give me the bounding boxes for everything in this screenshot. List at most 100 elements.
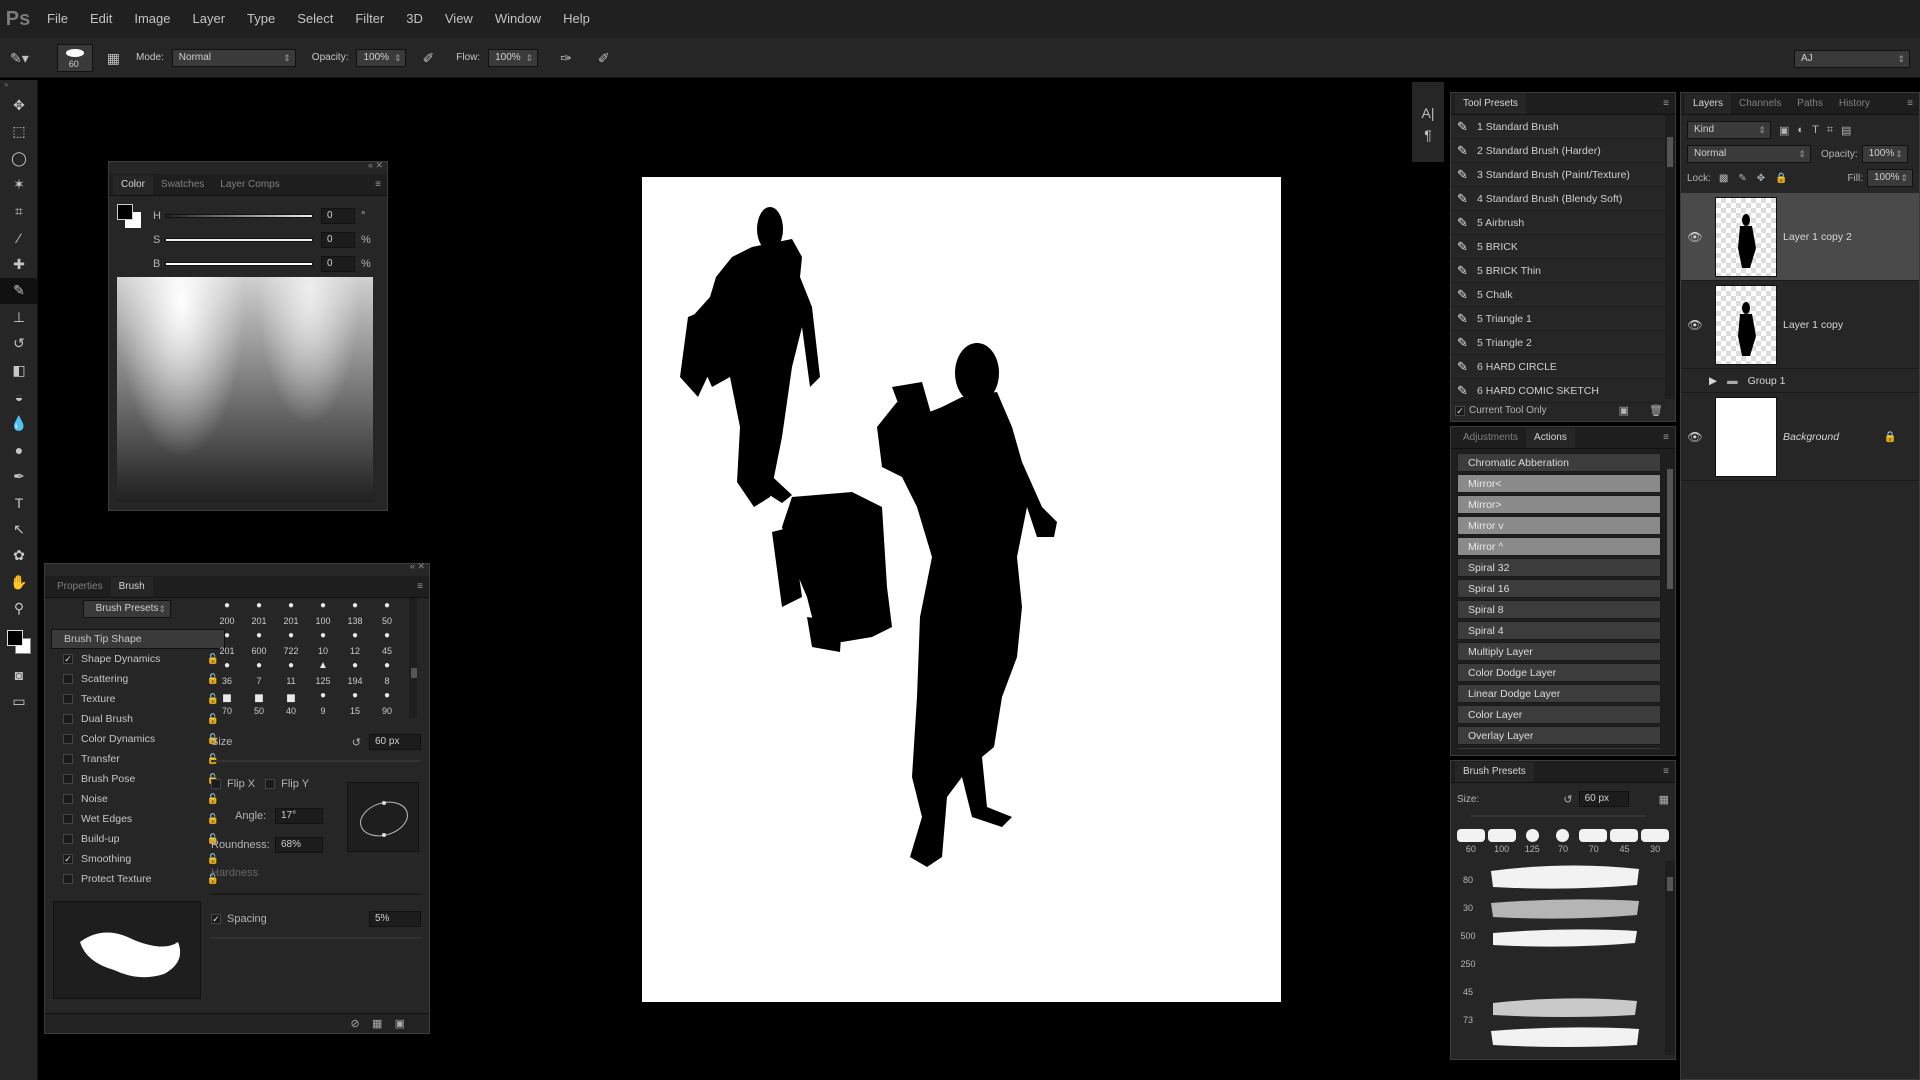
tool-preset-item[interactable]: ✎ 5 BRICK Thin [1451,259,1667,283]
healing-tool-icon[interactable]: ✚ [0,251,38,278]
filter-adjust-icon[interactable]: ◐ [1797,124,1804,136]
panel-menu-icon[interactable]: ≡ [375,175,387,195]
marquee-tool-icon[interactable]: ⬚ [0,119,38,146]
brush-preset-tip[interactable] [1556,829,1569,842]
brush-tip[interactable]: ● 194 [339,660,371,686]
color-swatches[interactable] [0,622,37,662]
hand-tool-icon[interactable]: ✋ [0,569,38,596]
eyedropper-tool-icon[interactable]: ⁄ [0,225,38,252]
size-slider[interactable] [211,760,421,762]
layer-row[interactable]: ▶ ▬ Group 1 [1681,369,1919,393]
filter-shape-icon[interactable]: ⌗ [1827,124,1833,137]
action-color-dodge-layer[interactable]: Color Dodge Layer [1457,663,1661,682]
tab-brush-presets[interactable]: Brush Presets [1455,762,1534,782]
pen-tool-icon[interactable]: ✒ [0,463,38,490]
action-mirror[interactable]: Mirror< [1457,474,1661,493]
brush-tip[interactable]: ● 201 [243,600,275,626]
menu-3d[interactable]: 3D [395,0,434,38]
brush-option-smoothing[interactable]: ✓ Smoothing 🔓 [51,849,225,869]
lasso-tool-icon[interactable]: ◯ [0,145,38,172]
paragraph-panel-icon[interactable]: ¶ [1412,128,1444,142]
brush-tip[interactable]: ● 138 [339,600,371,626]
saturation-slider[interactable] [165,238,313,242]
action-mirror[interactable]: Mirror ^ [1457,537,1661,556]
brush-option-build-up[interactable]: Build-up 🔓 [51,829,225,849]
lock-transparent-icon[interactable]: ▩ [1719,173,1728,184]
brightness-slider[interactable] [165,262,313,266]
brush-option-protect-texture[interactable]: Protect Texture 🔓 [51,869,225,889]
move-tool-icon[interactable]: ✥ [0,92,38,119]
spacing-checkbox[interactable]: ✓ [211,914,221,924]
spacing-slider[interactable] [211,937,421,939]
brush-preset-tip[interactable] [1526,829,1539,842]
brush-option-checkbox[interactable] [63,874,73,884]
action-spiral-4[interactable]: Spiral 4 [1457,621,1661,640]
menu-filter[interactable]: Filter [344,0,395,38]
brush-preset-tip[interactable] [1488,829,1516,842]
tool-preset-item[interactable]: ✎ 5 Chalk [1451,283,1667,307]
action-overlay-layer[interactable]: Overlay Layer [1457,726,1661,745]
menu-help[interactable]: Help [552,0,601,38]
brush-size-picker[interactable]: 60 [56,43,93,72]
flipx-checkbox[interactable] [211,779,221,789]
tool-preset-item[interactable]: ✎ 3 Standard Brush (Paint/Texture) [1451,163,1667,187]
crop-tool-icon[interactable]: ⌗ [0,198,38,225]
blur-tool-icon[interactable]: 💧 [0,410,38,437]
dodge-tool-icon[interactable]: ● [0,437,38,464]
paint-bucket-icon[interactable]: ◒ [0,384,38,411]
bp-reset-icon[interactable]: ↺ [1563,793,1572,806]
brush-tip[interactable]: ● 90 [371,690,403,716]
action-spiral-16[interactable]: Spiral 16 [1457,579,1661,598]
panel-menu-icon[interactable]: ≡ [1907,94,1919,114]
hue-slider[interactable] [165,214,313,218]
brush-option-dual-brush[interactable]: Dual Brush 🔓 [51,709,225,729]
tab-channels[interactable]: Channels [1731,94,1789,114]
tab-color[interactable]: Color [113,175,153,195]
character-panel-icon[interactable]: A| [1412,106,1444,120]
brightness-value[interactable]: 0 [321,256,355,272]
layer-opacity-field[interactable]: 100% [1861,145,1908,163]
brush-option-scattering[interactable]: Scattering 🔓 [51,669,225,689]
shape-tool-icon[interactable]: ✿ [0,543,38,570]
menu-window[interactable]: Window [484,0,552,38]
layer-row[interactable]: 👁 Layer 1 copy 2 [1681,193,1919,281]
bp-size-field[interactable]: 60 px [1578,791,1629,807]
brush-tip-grid[interactable]: ● 200 ● 201 ● 201 ● 100 ● 138 ● 50 ● 201 ● 600 ● 722 ● 10 ● 1… [211,598,411,718]
visibility-eye-icon[interactable]: 👁 [1681,318,1709,332]
brush-option-checkbox[interactable] [63,754,73,764]
menu-select[interactable]: Select [286,0,344,38]
brush-tip[interactable]: ● 36 [211,660,243,686]
bp-strokes-preview[interactable] [1487,861,1647,1051]
brush-tip[interactable]: ● 600 [243,630,275,656]
color-spectrum[interactable] [117,277,373,502]
brush-option-brush-pose[interactable]: Brush Pose🔓 [51,769,225,789]
fill-field[interactable]: 100% [1867,169,1913,187]
screen-mode-icon[interactable]: ▭ [0,689,38,716]
tool-preset-item[interactable]: ✎ 6 HARD COMIC SKETCH [1451,379,1667,403]
action-mirror-v[interactable]: Mirror v [1457,516,1661,535]
brush-tip[interactable]: ■ 50 [243,690,275,716]
flow-field[interactable]: 100% [488,48,539,67]
tab-properties[interactable]: Properties [49,577,111,597]
action-spiral-32[interactable]: Spiral 32 [1457,558,1661,577]
action-multiply-layer[interactable]: Multiply Layer [1457,642,1661,661]
brush-tip[interactable]: ● 12 [339,630,371,656]
menu-image[interactable]: Image [123,0,181,38]
brush-option-transfer[interactable]: Transfer 🔓 [51,749,225,769]
hue-value[interactable]: 0 [321,208,355,224]
menu-layer[interactable]: Layer [182,0,237,38]
tool-preset-item[interactable]: ✎ 2 Standard Brush (Harder) [1451,139,1667,163]
roundness-field[interactable]: 68% [275,837,323,853]
delete-preset-icon[interactable]: 🗑 [1649,404,1663,417]
brush-option-wet-edges[interactable]: Wet Edges 🔓 [51,809,225,829]
panel-menu-icon[interactable]: ≡ [417,577,429,597]
blend-mode-dropdown[interactable]: Normal [1687,145,1811,163]
pressure-opacity-icon[interactable]: ✐ [422,51,434,65]
type-tool-icon[interactable]: T [0,490,38,517]
tool-preset-item[interactable]: ✎ 1 Standard Brush [1451,115,1667,139]
tool-preset-item[interactable]: ✎ 5 Triangle 1 [1451,307,1667,331]
panel-menu-icon[interactable]: ≡ [1663,428,1675,448]
brush-tool-icon[interactable]: ✎ [0,277,38,304]
brush-tip[interactable]: ● 15 [339,690,371,716]
brush-option-color-dynamics[interactable]: Color Dynamics 🔓 [51,729,225,749]
